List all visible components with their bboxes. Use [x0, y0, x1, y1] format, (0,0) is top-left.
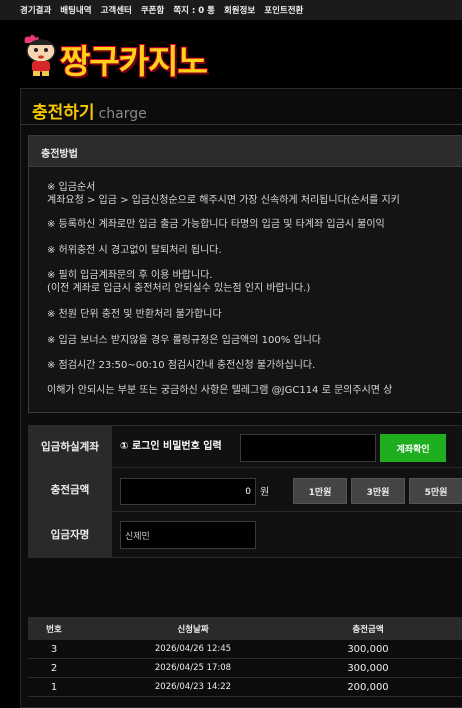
- nav-point-exchange[interactable]: 포인트전환: [264, 4, 303, 16]
- quick-50000-button[interactable]: 5만원: [409, 478, 462, 504]
- amount-label: 충전금액: [28, 468, 112, 511]
- col-number-header: 번호: [46, 624, 62, 635]
- note-line: ※ 등록하신 계좌로만 입금 출금 가능합니다 타명의 입금 및 타계좌 입금시…: [47, 219, 385, 230]
- note-line: ※ 천원 단위 충전 및 반환처리 불가합니다: [47, 309, 222, 320]
- account-confirm-button[interactable]: 계좌확인: [380, 434, 446, 462]
- nav-messages[interactable]: 쪽지 : 0 통: [173, 4, 215, 16]
- account-row: 입금하실계좌 ① 로그인 비밀번호 입력 계좌확인: [28, 425, 462, 468]
- page-title: 충전하기 charge: [32, 98, 147, 123]
- nav-game-results[interactable]: 경기결과: [20, 4, 51, 16]
- row-date: 2026/04/25 17:08: [154, 663, 232, 673]
- nav-coupons[interactable]: 쿠폰함: [141, 4, 164, 16]
- password-label: ① 로그인 비밀번호 입력: [120, 441, 222, 452]
- nav-member-info[interactable]: 회원정보: [224, 4, 255, 16]
- row-date: 2026/04/23 14:22: [154, 682, 232, 692]
- nav-betting-history[interactable]: 배팅내역: [60, 4, 91, 16]
- note-line: 계좌요청 > 입금 > 입금신청순으로 해주시면 가장 신속하게 처리됩니다(순…: [47, 195, 400, 206]
- row-amount: 200,000: [347, 681, 389, 693]
- table-row: 2 2026/04/25 17:08 300,000: [28, 659, 462, 678]
- method-heading: 충전방법: [28, 135, 462, 167]
- quick-10000-button[interactable]: 1만원: [293, 478, 347, 504]
- note-line: ※ 허위충전 시 경고없이 탈퇴처리 됩니다.: [47, 245, 222, 256]
- note-line: (이전 계좌로 입금시 충전처리 안되실수 있는점 인지 바랍니다.): [47, 283, 311, 294]
- note-line: 이해가 안되시는 부분 또는 궁금하신 사항은 텔레그램 @JGC114 로 문…: [47, 385, 393, 396]
- row-number: 2: [50, 662, 58, 674]
- title-divider: [20, 124, 462, 125]
- depositor-input[interactable]: [120, 521, 256, 549]
- col-amount-header: 충전금액: [352, 624, 384, 635]
- note-line: ※ 입금 보너스 받지않을 경우 롤링규정은 입금액의 100% 입니다: [47, 335, 321, 346]
- table-row: 3 2026/04/26 12:45 300,000: [28, 640, 462, 659]
- logo-text: 짱구카지노: [59, 41, 209, 82]
- row-number: 3: [50, 643, 58, 655]
- depositor-row: 입금자명: [28, 512, 462, 558]
- password-input[interactable]: [240, 434, 376, 462]
- amount-input[interactable]: [120, 478, 256, 505]
- account-label: 입금하실계좌: [28, 426, 112, 467]
- page-title-text: 충전하기: [32, 103, 95, 123]
- table-row: 1 2026/04/23 14:22 200,000: [28, 678, 462, 697]
- table-header: 번호 신청날짜 충전금액: [28, 617, 462, 640]
- row-amount: 300,000: [347, 662, 389, 674]
- quick-30000-button[interactable]: 3만원: [351, 478, 405, 504]
- col-date-header: 신청날짜: [177, 624, 209, 635]
- amount-row: 충전금액 원 1만원 3만원 5만원: [28, 468, 462, 512]
- note-line: ※ 점검시간 23:50~00:10 점검시간내 충전신청 불가하십니다.: [47, 360, 316, 371]
- nav-customer-center[interactable]: 고객센터: [101, 4, 132, 16]
- top-nav: 경기결과 배팅내역 고객센터 쿠폰함 쪽지 : 0 통 회원정보 포인트전환: [0, 0, 462, 20]
- amount-unit: 원: [260, 487, 270, 498]
- method-notes: ※ 입금순서 계좌요청 > 입금 > 입금신청순으로 해주시면 가장 신속하게 …: [28, 167, 462, 413]
- row-date: 2026/04/26 12:45: [154, 644, 232, 654]
- page-subtitle: charge: [98, 106, 147, 122]
- depositor-label: 입금자명: [28, 512, 112, 557]
- row-number: 1: [50, 681, 58, 693]
- row-amount: 300,000: [347, 643, 389, 655]
- site-logo[interactable]: 짱구카지노: [20, 29, 240, 82]
